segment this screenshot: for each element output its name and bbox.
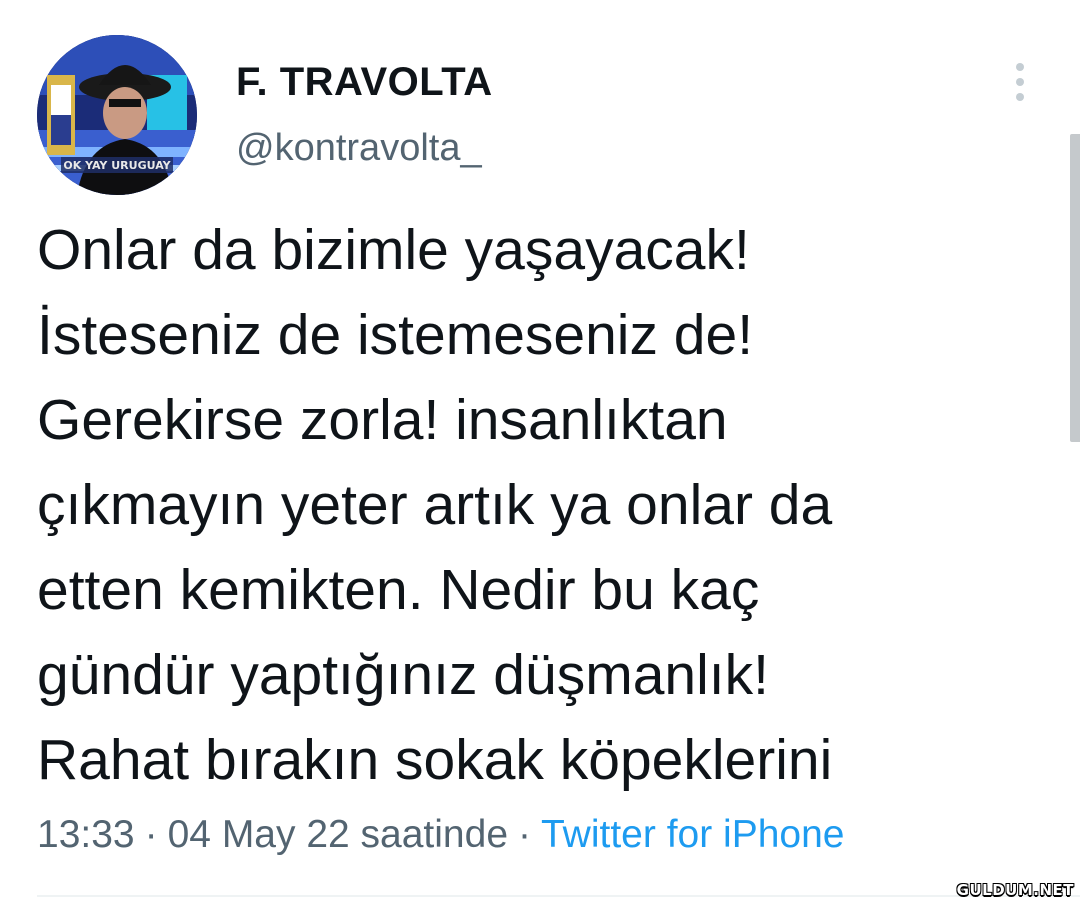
more-vertical-icon	[1016, 63, 1024, 71]
avatar[interactable]: OK YAY URUGUAY	[37, 35, 197, 195]
user-handle[interactable]: @kontravolta_	[236, 127, 482, 170]
tweet-text: Onlar da bizimle yaşayacak! İsteseniz de…	[37, 208, 1057, 803]
more-options-button[interactable]	[1004, 60, 1036, 104]
tweet-source-link[interactable]: Twitter for iPhone	[541, 813, 844, 856]
tweet-date[interactable]: 04 May 22 saatinde	[168, 813, 508, 856]
meta-separator: ·	[144, 813, 158, 856]
tweet-line: çıkmayın yeter artık ya onlar da	[37, 473, 833, 537]
divider	[37, 895, 1080, 897]
tweet-line: Rahat bırakın sokak köpeklerini	[37, 728, 833, 792]
scrollbar[interactable]	[1070, 134, 1080, 442]
watermark: GULDUM.NET	[956, 881, 1074, 899]
tweet-time[interactable]: 13:33	[37, 813, 135, 856]
svg-text:OK YAY URUGUAY: OK YAY URUGUAY	[63, 159, 171, 172]
more-vertical-icon-dot	[1016, 93, 1024, 101]
meta-separator: ·	[518, 813, 532, 856]
more-vertical-icon-dot	[1016, 78, 1024, 86]
tweet-line: Gerekirse zorla! insanlıktan	[37, 388, 728, 452]
display-name[interactable]: F. TRAVOLTA	[236, 60, 493, 105]
avatar-image: OK YAY URUGUAY	[37, 35, 197, 195]
tweet-line: Onlar da bizimle yaşayacak!	[37, 218, 750, 282]
tweet-line: İsteseniz de istemeseniz de!	[37, 303, 754, 367]
tweet-line: etten kemikten. Nedir bu kaç	[37, 558, 760, 622]
tweet-line: gündür yaptığınız düşmanlık!	[37, 643, 769, 707]
tweet-meta: 13:33 · 04 May 22 saatinde · Twitter for iPh…	[37, 813, 844, 857]
